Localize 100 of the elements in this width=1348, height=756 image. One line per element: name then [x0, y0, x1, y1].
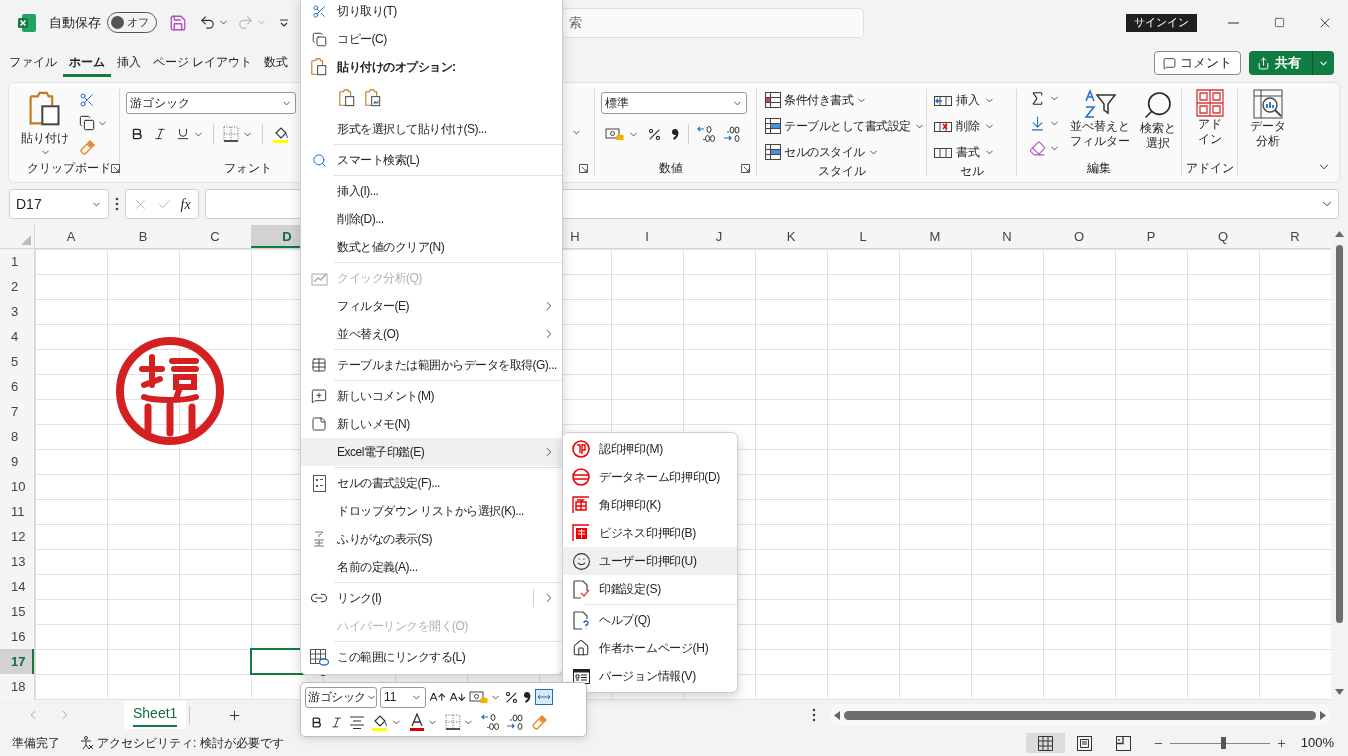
menu-item[interactable]: 挿入(I)... [301, 177, 562, 205]
menu-item[interactable]: ドロップダウン リストから選択(K)... [301, 497, 562, 525]
menu-item[interactable]: この範囲にリンクする(L) [301, 643, 562, 671]
menu-item[interactable]: セルの書式設定(F)... [301, 469, 562, 497]
scroll-right-icon[interactable] [1320, 710, 1326, 720]
menu-item[interactable]: ふりがなの表示(S) [301, 525, 562, 553]
column-header[interactable]: M [899, 225, 971, 248]
style-button[interactable]: セルのスタイル [765, 141, 926, 163]
row-header[interactable]: 2 [0, 274, 34, 299]
row-header[interactable]: 1 [0, 249, 34, 274]
ribbon-tab[interactable]: 数式 [258, 49, 295, 77]
cells-button[interactable]: 削除 [934, 115, 1016, 137]
horizontal-scrollbar-thumb[interactable] [844, 710, 1316, 720]
fill-down-icon[interactable] [1029, 115, 1046, 132]
font-color-icon[interactable] [409, 713, 425, 731]
row-header[interactable]: 10 [0, 474, 34, 499]
menu-item[interactable]: 新しいメモ(N) [301, 410, 562, 438]
sort-filter-button[interactable]: 並べ替えと フィルター [1070, 89, 1130, 160]
add-sheet-icon[interactable] [227, 707, 243, 723]
zoom-in-icon[interactable] [1275, 737, 1287, 749]
column-header[interactable]: C [179, 225, 251, 248]
row-header[interactable]: 12 [0, 524, 34, 549]
paste-option-button[interactable] [337, 88, 357, 108]
menu-item[interactable]: ヘルプ(Q) [563, 606, 737, 634]
menu-item[interactable]: 印鑑設定(S) [563, 575, 737, 603]
row-header[interactable]: 5 [0, 349, 34, 374]
dialog-launcher-icon[interactable] [579, 163, 588, 173]
row-header[interactable]: 13 [0, 549, 34, 574]
column-header[interactable]: O [1043, 225, 1115, 248]
style-button[interactable]: 条件付き書式 [765, 89, 926, 111]
column-header[interactable]: Q [1187, 225, 1259, 248]
menu-item[interactable]: バージョン情報(V) [563, 662, 737, 690]
comment-button[interactable]: コメント [1154, 51, 1241, 75]
underline-icon[interactable] [176, 127, 190, 141]
row-header[interactable]: 14 [0, 574, 34, 599]
view-button[interactable] [1025, 733, 1065, 753]
menu-item[interactable]: データネーム印押印(D) [563, 463, 737, 491]
menu-item[interactable]: 切り取り(T) [301, 0, 562, 25]
menu-item[interactable]: 形式を選択して貼り付け(S)... [301, 115, 562, 143]
find-select-button[interactable]: 検索と 選択 [1140, 89, 1176, 160]
menu-item[interactable]: 作者ホームページ(H) [563, 634, 737, 662]
column-header[interactable]: A [35, 225, 107, 248]
menu-item[interactable]: Excel電子印鑑(E) [301, 438, 562, 466]
ribbon-tab[interactable]: 挿入 [111, 49, 147, 77]
increase-decimal-icon[interactable] [697, 126, 715, 142]
menu-item[interactable]: 並べ替え(O) [301, 320, 562, 348]
share-button[interactable]: 共有 [1249, 51, 1334, 75]
insert-function-button[interactable]: fx [180, 193, 191, 215]
row-header[interactable]: 17 [0, 649, 34, 674]
row-header[interactable]: 18 [0, 674, 34, 699]
font-size-dropdown[interactable]: 11 [380, 686, 426, 708]
menu-item[interactable]: 新しいコメント(M) [301, 382, 562, 410]
customize-toolbar-icon[interactable] [279, 18, 289, 27]
style-button[interactable]: テーブルとして書式設定 [765, 115, 926, 137]
cells-button[interactable]: 挿入 [934, 89, 1016, 111]
scissors-icon[interactable] [79, 92, 95, 108]
fill-color-icon[interactable] [371, 713, 389, 731]
menu-item[interactable]: ユーザー印押印(U) [563, 547, 737, 575]
font-dropdown[interactable]: 游ゴシック [126, 92, 296, 114]
paste-option-button[interactable] [363, 88, 383, 108]
percent-icon[interactable] [504, 689, 519, 705]
menu-item[interactable]: コピー(C) [301, 25, 562, 53]
row-header[interactable]: 3 [0, 299, 34, 324]
italic-icon[interactable] [330, 715, 343, 729]
dialog-launcher-icon[interactable] [741, 163, 750, 173]
percent-icon[interactable] [647, 126, 662, 142]
sheet-tab[interactable]: Sheet1 [124, 701, 187, 729]
column-header[interactable]: L [827, 225, 899, 248]
decrease-decimal-icon[interactable] [723, 126, 741, 142]
column-header[interactable]: N [971, 225, 1043, 248]
copy-icon[interactable] [79, 115, 95, 131]
search-field[interactable]: 索 [562, 7, 864, 38]
undo-icon[interactable] [199, 14, 216, 31]
bold-icon[interactable] [130, 127, 144, 141]
row-header[interactable]: 4 [0, 324, 34, 349]
merge-center-icon[interactable] [535, 689, 553, 705]
eraser-icon[interactable] [1029, 140, 1046, 157]
accounting-format-icon[interactable] [605, 126, 625, 142]
italic-icon[interactable] [153, 127, 167, 141]
data-analysis-button[interactable]: データ 分析 [1250, 89, 1286, 176]
vertical-scrollbar-thumb[interactable] [1336, 245, 1343, 623]
menu-item[interactable]: 角印押印(K) [563, 491, 737, 519]
more-options-icon[interactable] [812, 708, 816, 722]
add-ins-button[interactable]: アド イン [1195, 89, 1224, 160]
column-header[interactable]: B [107, 225, 179, 248]
center-align-icon[interactable] [350, 715, 364, 729]
sign-in-button[interactable]: サインイン [1126, 13, 1197, 32]
increase-decimal-icon[interactable] [481, 714, 499, 730]
accessibility-status[interactable]: アクセシビリティ: 検討が必要です [97, 734, 284, 752]
borders-icon[interactable] [223, 126, 239, 142]
decrease-decimal-icon[interactable] [506, 714, 524, 730]
row-header[interactable]: 9 [0, 449, 34, 474]
row-header[interactable]: 15 [0, 599, 34, 624]
font-dropdown[interactable]: 游ゴシック [305, 686, 377, 708]
fill-color-icon[interactable] [272, 125, 290, 143]
ribbon-tab[interactable]: ページ レイアウト [147, 49, 259, 77]
menu-item[interactable]: テーブルまたは範囲からデータを取得(G)... [301, 351, 562, 379]
column-header[interactable]: P [1115, 225, 1187, 248]
column-header[interactable]: R [1259, 225, 1331, 248]
dialog-launcher-icon[interactable] [111, 163, 120, 173]
